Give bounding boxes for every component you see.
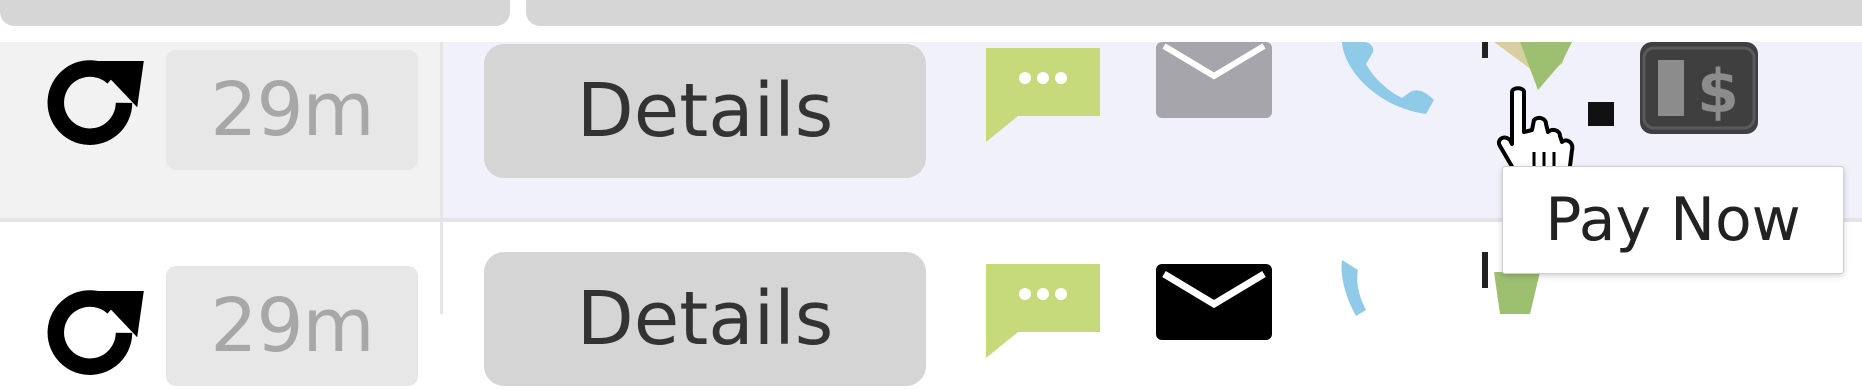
phone-icon[interactable] — [1336, 42, 1442, 122]
refresh-icon[interactable] — [36, 50, 146, 160]
mail-icon[interactable] — [1156, 264, 1272, 340]
mail-icon[interactable] — [1156, 42, 1272, 118]
tab-right[interactable] — [526, 0, 1862, 26]
refresh-icon[interactable] — [36, 280, 146, 390]
pay-now-tooltip: Pay Now — [1502, 166, 1844, 274]
chat-icon[interactable] — [986, 48, 1100, 144]
elapsed-time: 29m — [166, 266, 418, 386]
top-tab-bar — [0, 0, 1862, 42]
chat-icon[interactable] — [986, 264, 1100, 360]
details-button[interactable]: Details — [484, 44, 926, 178]
tab-left[interactable] — [0, 0, 510, 26]
billing-dollar-icon[interactable]: $ — [1640, 42, 1758, 134]
svg-text:$: $ — [1697, 57, 1739, 127]
phone-icon[interactable] — [1336, 260, 1376, 320]
details-button[interactable]: Details — [484, 252, 926, 386]
elapsed-time: 29m — [166, 50, 418, 170]
